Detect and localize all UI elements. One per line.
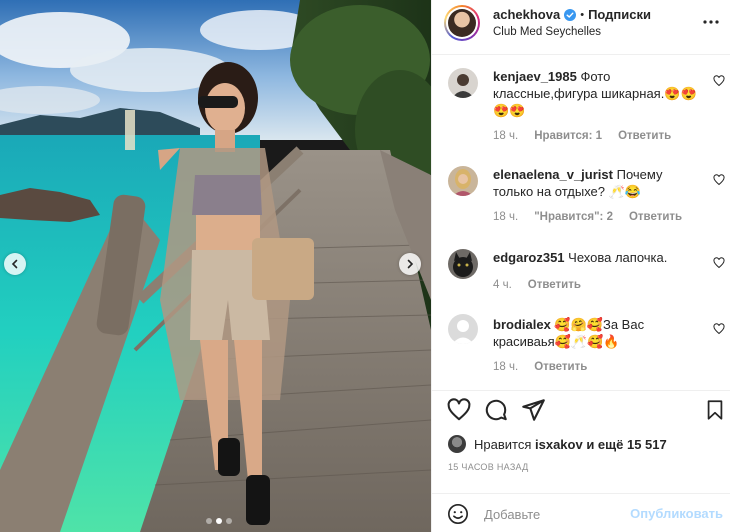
post-media[interactable] bbox=[0, 0, 431, 532]
carousel-next-button[interactable] bbox=[399, 253, 421, 275]
like-comment-heart-icon[interactable] bbox=[713, 323, 725, 335]
likes-prefix: Нравится bbox=[474, 436, 532, 452]
comment-input[interactable] bbox=[484, 503, 624, 525]
header-separator: • bbox=[580, 8, 585, 21]
comment-username[interactable]: brodialex bbox=[493, 317, 551, 332]
comment-item: kenjaev_1985 Фото классные,фигура шикарн… bbox=[432, 56, 730, 148]
post-timestamp[interactable]: 15 ЧАСОВ НАЗАД bbox=[448, 462, 529, 472]
like-comment-heart-icon[interactable] bbox=[713, 75, 725, 87]
like-heart-icon[interactable] bbox=[446, 397, 472, 423]
comment-composer: Опубликовать bbox=[432, 493, 730, 532]
author-avatar[interactable] bbox=[444, 5, 480, 41]
author-username[interactable]: achekhova bbox=[493, 7, 560, 22]
default-avatar-icon[interactable] bbox=[448, 314, 478, 344]
comment-username[interactable]: kenjaev_1985 bbox=[493, 69, 577, 84]
share-paper-plane-icon[interactable] bbox=[520, 397, 546, 423]
comment-reply-button[interactable]: Ответить bbox=[629, 211, 682, 223]
chevron-left-icon bbox=[11, 259, 18, 269]
carousel-dot bbox=[226, 518, 232, 524]
comment-username[interactable]: edgaroz351 bbox=[493, 250, 565, 265]
person-dark-icon[interactable] bbox=[448, 68, 478, 98]
comment-bubble-icon[interactable] bbox=[483, 397, 509, 423]
comment-text: Чехова лапочка. bbox=[568, 250, 668, 265]
comment-time[interactable]: 18 ч. bbox=[493, 211, 518, 223]
like-comment-heart-icon[interactable] bbox=[713, 174, 725, 186]
comment-reply-button[interactable]: Ответить bbox=[618, 130, 671, 142]
likes-count[interactable]: и ещё 15 517 bbox=[586, 437, 666, 452]
emoji-smiley-icon[interactable] bbox=[447, 503, 469, 525]
verified-badge-icon bbox=[564, 8, 577, 21]
comment-username[interactable]: elenaelena_v_jurist bbox=[493, 167, 613, 182]
more-options-icon[interactable] bbox=[702, 13, 720, 31]
post-panel: achekhova • Подписки Club Med Seychelles… bbox=[431, 0, 730, 532]
post-action-bar bbox=[432, 390, 730, 430]
like-comment-heart-icon[interactable] bbox=[713, 257, 725, 269]
comment-likes-button[interactable]: Нравится: 1 bbox=[534, 130, 602, 142]
person-blonde-icon[interactable] bbox=[448, 166, 478, 196]
carousel-prev-button[interactable] bbox=[4, 253, 26, 275]
comment-item: edgaroz351 Чехова лапочка. 4 ч. Ответить bbox=[432, 236, 730, 298]
comment-item: brodialex 🥰🤗🥰За Вас красиваья🥰🥂🥰🔥 18 ч. … bbox=[432, 304, 730, 384]
post-photo bbox=[0, 0, 431, 532]
comment-time[interactable]: 18 ч. bbox=[493, 361, 518, 373]
comment-time[interactable]: 18 ч. bbox=[493, 130, 518, 142]
comment-reply-button[interactable]: Ответить bbox=[528, 279, 581, 291]
liker-username[interactable]: isxakov bbox=[535, 437, 583, 452]
comment-reply-button[interactable]: Ответить bbox=[534, 361, 587, 373]
likes-summary[interactable]: Нравится isxakov и ещё 15 517 bbox=[448, 435, 667, 453]
comment-item: elenaelena_v_jurist Почему только на отд… bbox=[432, 156, 730, 226]
publish-button[interactable]: Опубликовать bbox=[630, 506, 723, 521]
following-button[interactable]: Подписки bbox=[588, 7, 651, 22]
cat-icon[interactable] bbox=[448, 249, 478, 279]
liker-avatar bbox=[448, 435, 466, 453]
post-location[interactable]: Club Med Seychelles bbox=[493, 26, 601, 38]
comments-list[interactable]: kenjaev_1985 Фото классные,фигура шикарн… bbox=[432, 56, 730, 390]
save-bookmark-icon[interactable] bbox=[704, 397, 726, 423]
comment-time[interactable]: 4 ч. bbox=[493, 279, 512, 291]
chevron-right-icon bbox=[407, 259, 414, 269]
carousel-dot bbox=[206, 518, 212, 524]
comment-likes-button[interactable]: "Нравится": 2 bbox=[534, 211, 613, 223]
post-header: achekhova • Подписки Club Med Seychelles bbox=[432, 0, 730, 55]
carousel-dot-active bbox=[216, 518, 222, 524]
carousel-indicator bbox=[206, 518, 232, 524]
